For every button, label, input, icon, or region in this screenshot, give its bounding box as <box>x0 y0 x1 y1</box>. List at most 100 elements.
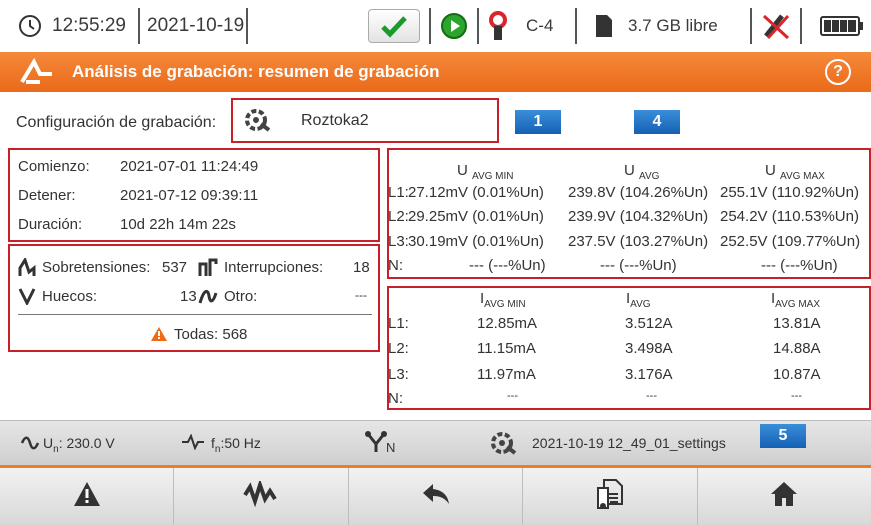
status-date: 2021-10-19 <box>147 15 245 36</box>
voltage-header-avg: U AVG <box>624 162 660 182</box>
voltage-row-avg: 239.8V (104.26%Un) <box>568 184 709 201</box>
start-label: Comienzo: <box>18 158 90 175</box>
voltage-panel: U AVG MIN U AVG U AVG MAX L1: 27.12mV (0… <box>387 148 871 279</box>
back-arrow-icon <box>421 482 451 511</box>
battery-icon <box>820 0 864 52</box>
voltage-row-max: 252.5V (109.77%Un) <box>720 233 861 250</box>
voltage-row-avg: 237.5V (103.27%Un) <box>568 233 709 250</box>
callout-5: 5 <box>760 424 806 448</box>
info-bar: Un: 230.0 V fn:50 Hz N 2021-10-19 12_49_… <box>0 420 871 465</box>
status-bar: 12:55:29 2021-10-19 C-4 3.7 GB libre <box>0 0 871 52</box>
current-row-max: --- <box>791 390 802 402</box>
current-row-phase: N: <box>388 390 403 407</box>
title-bar: Análisis de grabación: resumen de grabac… <box>0 52 871 92</box>
voltage-row-min: --- (---%Un) <box>469 257 546 274</box>
config-label: Configuración de grabación: <box>16 114 217 131</box>
voltage-row-avg: 239.9V (104.32%Un) <box>568 208 709 225</box>
frequency-wave-icon <box>180 433 206 455</box>
duration-label: Duración: <box>18 216 83 233</box>
status-storage: 3.7 GB libre <box>628 16 718 35</box>
ac-wave-icon <box>20 434 40 455</box>
current-row-avg: --- <box>646 390 657 402</box>
network-config-icon: N <box>364 430 402 461</box>
voltage-row-max: 254.2V (110.53%Un) <box>720 208 859 225</box>
settings-file-icon <box>491 431 517 460</box>
callout-1: 1 <box>515 110 561 134</box>
home-icon <box>769 480 799 513</box>
current-row-min: 11.97mA <box>477 366 536 383</box>
back-button[interactable] <box>349 468 524 525</box>
current-row-max: 13.81A <box>773 315 821 332</box>
current-row-phase: L1: <box>388 315 409 332</box>
events-button[interactable] <box>0 468 175 525</box>
report-button[interactable] <box>523 468 698 525</box>
config-selector[interactable]: Roztoka2 <box>231 98 499 143</box>
clamp-probe-icon <box>487 0 509 52</box>
nominal-voltage: Un: 230.0 V <box>43 435 115 455</box>
other-label: Otro: <box>224 288 258 305</box>
start-value: 2021-07-01 11:24:49 <box>120 158 259 175</box>
voltage-row-phase: L3: <box>388 233 409 250</box>
recording-play-icon <box>440 0 468 52</box>
overvoltage-label: Sobretensiones: <box>42 259 151 276</box>
waveform-button[interactable] <box>174 468 349 525</box>
voltage-row-min: 30.19mV (0.01%Un) <box>408 233 544 250</box>
voltage-row-phase: L2: <box>388 208 409 225</box>
voltage-row-max: 255.1V (110.92%Un) <box>720 184 859 201</box>
dip-count: 13 <box>180 288 197 305</box>
other-event-icon <box>198 287 218 310</box>
sd-card-icon <box>594 0 614 52</box>
current-panel: IAVG MIN IAVG IAVG MAX L1: 12.85mA 3.512… <box>387 286 871 410</box>
help-icon[interactable]: ? <box>825 59 851 85</box>
settings-gear-icon <box>245 108 271 137</box>
page-title: Análisis de grabación: resumen de grabac… <box>72 62 440 81</box>
dip-icon <box>18 287 36 310</box>
svg-text:N: N <box>386 440 395 455</box>
warning-icon <box>150 326 168 347</box>
bottom-toolbar <box>0 465 871 525</box>
nominal-frequency: fn:50 Hz <box>211 435 261 455</box>
voltage-row-min: 29.25mV (0.01%Un) <box>408 208 544 225</box>
current-row-avg: 3.512A <box>625 315 673 332</box>
ok-check-icon[interactable] <box>368 0 420 52</box>
time-summary-panel: Comienzo: 2021-07-01 11:24:49 Detener: 2… <box>8 148 380 242</box>
warning-triangle-icon <box>72 480 102 513</box>
overvoltage-icon <box>18 256 36 283</box>
events-divider <box>18 314 372 315</box>
current-row-avg: 3.498A <box>625 340 673 357</box>
duration-value: 10d 22h 14m 22s <box>120 216 236 233</box>
waveform-icon <box>243 478 279 512</box>
voltage-row-max: --- (---%Un) <box>761 257 838 274</box>
clock-icon <box>18 0 42 52</box>
current-row-min: --- <box>507 390 518 402</box>
status-channel: C-4 <box>526 16 554 35</box>
current-row-max: 10.87A <box>773 366 821 383</box>
interruption-label: Interrupciones: <box>224 259 324 276</box>
voltage-row-min: 27.12mV (0.01%Un) <box>408 184 544 201</box>
stop-value: 2021-07-12 09:39:11 <box>120 187 259 204</box>
status-time: 12:55:29 <box>52 15 126 36</box>
voltage-row-avg: --- (---%Un) <box>600 257 677 274</box>
current-row-max: 14.88A <box>773 340 821 357</box>
usb-disconnected-icon <box>760 0 792 52</box>
voltage-row-phase: L1: <box>388 184 409 201</box>
stop-label: Detener: <box>18 187 76 204</box>
voltage-header-min: U AVG MIN <box>457 162 514 182</box>
events-total: Todas: 568 <box>174 326 248 343</box>
report-document-icon <box>596 478 624 515</box>
config-value: Roztoka2 <box>301 112 369 129</box>
events-panel[interactable]: Sobretensiones: 537 Interrupciones: 18 H… <box>8 244 380 352</box>
voltage-header-max: U AVG MAX <box>765 162 825 182</box>
current-row-min: 12.85mA <box>477 315 538 332</box>
current-header-avg: IAVG <box>626 290 651 310</box>
callout-4: 4 <box>634 110 680 134</box>
app-logo-icon <box>20 58 54 86</box>
current-row-avg: 3.176A <box>625 366 673 383</box>
current-row-phase: L2: <box>388 340 409 357</box>
other-count: --- <box>355 288 367 302</box>
current-row-phase: L3: <box>388 366 409 383</box>
interruption-count: 18 <box>353 259 370 276</box>
overvoltage-count: 537 <box>162 259 188 276</box>
home-button[interactable] <box>698 468 871 525</box>
current-row-min: 11.15mA <box>477 340 536 357</box>
